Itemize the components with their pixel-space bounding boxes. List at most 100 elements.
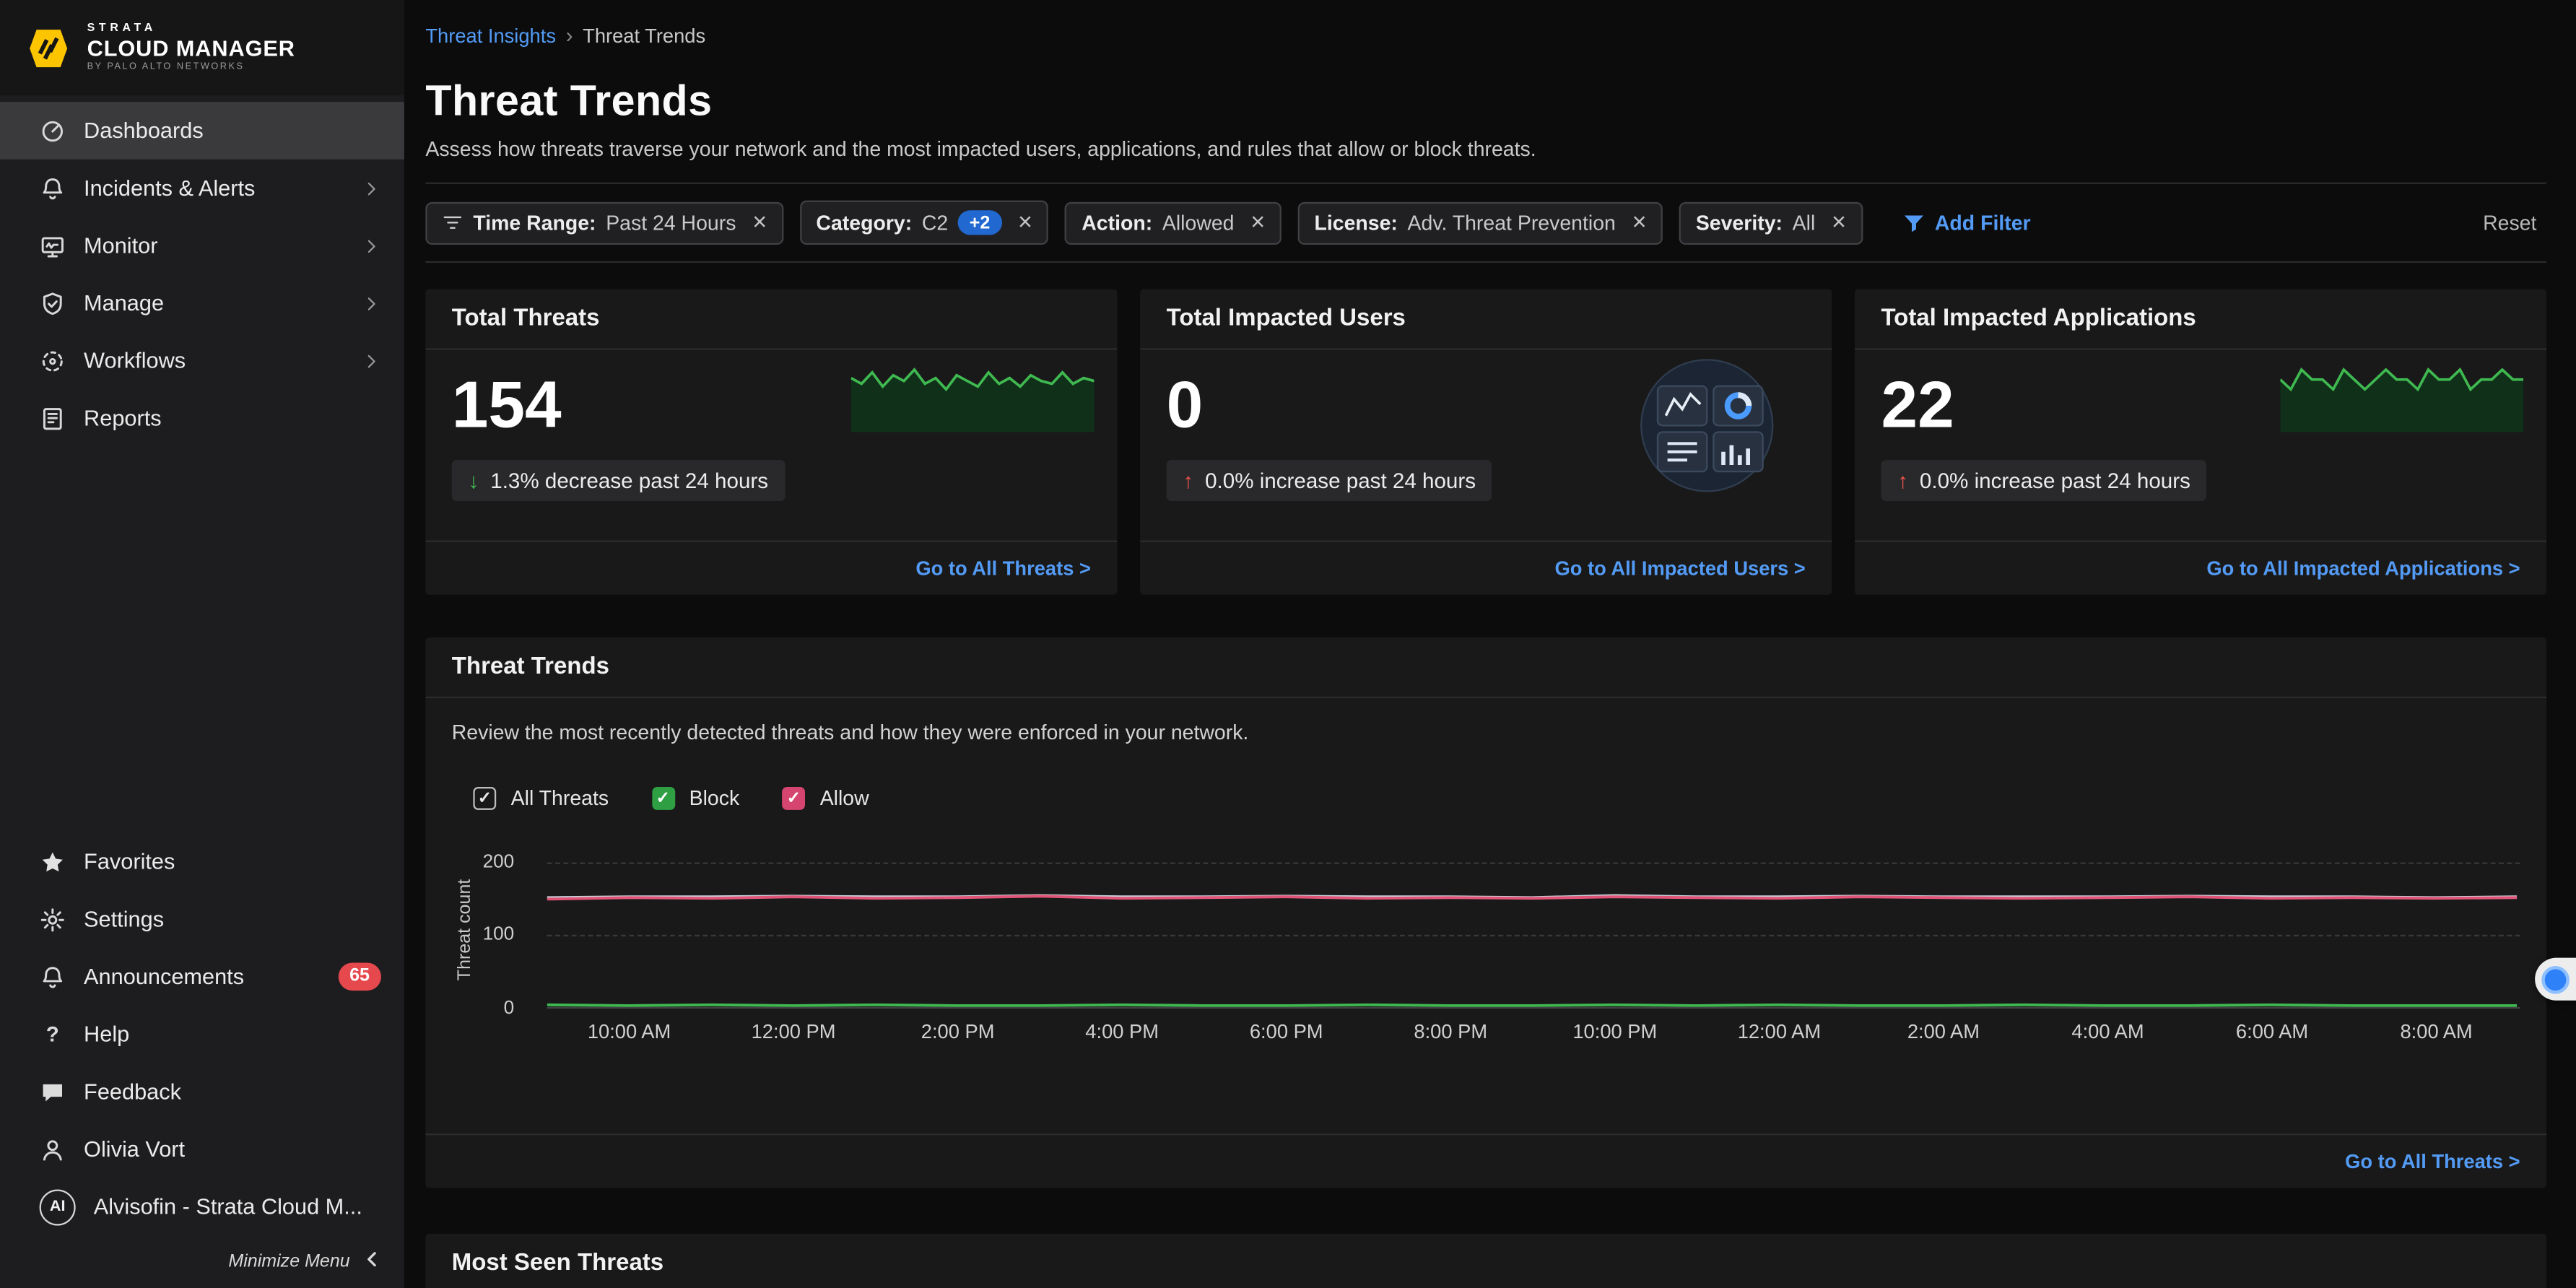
checkbox-allow[interactable]	[782, 787, 805, 810]
alert-bell-icon	[40, 175, 66, 201]
go-to-all-threats-link[interactable]: Go to All Threats >	[2345, 1150, 2520, 1173]
chip-label: License:	[1314, 211, 1397, 234]
change-indicator: ↑ 0.0% increase past 24 hours	[1167, 460, 1492, 501]
sidebar-item-reports[interactable]: Reports	[0, 389, 404, 447]
palo-alto-logo-icon	[26, 25, 70, 69]
series-block	[547, 1005, 2517, 1006]
x-tick-label: 4:00 AM	[2071, 1020, 2144, 1043]
sidebar-item-label: Announcements	[84, 965, 320, 989]
page-subtitle: Assess how threats traverse your network…	[425, 138, 2546, 161]
sidebar-item-feedback[interactable]: Feedback	[0, 1063, 404, 1121]
card-title: Threat Trends	[425, 638, 2546, 698]
threat-trends-chart: Threat count 0100200	[452, 849, 2520, 1009]
chip-value: C2	[922, 211, 948, 234]
applications-sparkline	[2280, 360, 2523, 432]
sidebar-item-help[interactable]: ? Help	[0, 1006, 404, 1063]
gear-icon	[40, 906, 66, 932]
x-tick-label: 6:00 PM	[1250, 1020, 1323, 1043]
main-content: Threat Insights › Threat Trends Threat T…	[404, 0, 2576, 1288]
total-impacted-applications-card: Total Impacted Applications 22 ↑ 0.0% in…	[1855, 289, 2546, 594]
remove-filter-icon[interactable]: ×	[1632, 213, 1647, 232]
filter-chip-severity[interactable]: Severity: All ×	[1679, 201, 1863, 244]
filter-chip-category[interactable]: Category: C2 +2 ×	[800, 201, 1049, 245]
change-indicator: ↓ 1.3% decrease past 24 hours	[452, 460, 785, 501]
reset-filters-button[interactable]: Reset	[2483, 211, 2546, 234]
sidebar-item-workflows[interactable]: Workflows	[0, 332, 404, 390]
primary-nav: Dashboards Incidents & Alerts Monitor Ma…	[0, 95, 404, 447]
tenant-avatar: AI	[40, 1188, 76, 1224]
remove-filter-icon[interactable]: ×	[1018, 213, 1032, 232]
sidebar-item-label: Incidents & Alerts	[84, 175, 344, 200]
collapse-icon	[362, 1248, 383, 1274]
sidebar: STRATA CLOUD MANAGER BY PALO ALTO NETWOR…	[0, 0, 404, 1288]
logo-line1: STRATA	[87, 22, 295, 35]
sidebar-item-label: Manage	[84, 291, 344, 316]
chip-value: Allowed	[1162, 211, 1235, 234]
plot-area	[547, 849, 2520, 1009]
legend-all-threats[interactable]: All Threats	[473, 787, 609, 810]
sidebar-item-incidents-alerts[interactable]: Incidents & Alerts	[0, 160, 404, 217]
x-axis: 10:00 AM12:00 PM2:00 PM4:00 PM6:00 PM8:0…	[547, 1009, 2520, 1048]
chevron-right-icon	[362, 293, 381, 313]
question-icon: ?	[40, 1021, 66, 1047]
funnel-icon	[1902, 211, 1925, 234]
remove-filter-icon[interactable]: ×	[752, 213, 767, 232]
person-icon	[40, 1136, 66, 1162]
total-threats-card: Total Threats 154 ↓ 1.3% decrease past 2…	[425, 289, 1117, 594]
filter-chip-action[interactable]: Action: Allowed ×	[1065, 201, 1281, 244]
filter-bar: Time Range: Past 24 Hours × Category: C2…	[425, 183, 2546, 263]
total-impacted-users-card: Total Impacted Users 0	[1140, 289, 1832, 594]
x-tick-label: 8:00 PM	[1414, 1020, 1487, 1043]
sidebar-item-label: Monitor	[84, 233, 344, 258]
minimize-menu-button[interactable]: Minimize Menu	[0, 1235, 404, 1288]
app-window: STRATA CLOUD MANAGER BY PALO ALTO NETWOR…	[0, 0, 2576, 1288]
filter-chip-time-range[interactable]: Time Range: Past 24 Hours ×	[425, 201, 783, 244]
sidebar-item-announcements[interactable]: Announcements 65	[0, 948, 404, 1006]
chat-bubble-icon	[40, 1079, 66, 1105]
trends-plot	[547, 849, 2520, 1006]
sidebar-item-label: Alvisofin - Strata Cloud M...	[94, 1194, 381, 1219]
arrow-up-icon: ↑	[1897, 469, 1908, 493]
assistant-widget[interactable]	[2535, 958, 2576, 1001]
sidebar-item-user[interactable]: Olivia Vort	[0, 1121, 404, 1178]
filter-chip-license[interactable]: License: Adv. Threat Prevention ×	[1298, 201, 1663, 244]
card-title: Total Impacted Users	[1140, 289, 1832, 349]
checkbox-all-threats[interactable]	[473, 787, 496, 810]
add-filter-button[interactable]: Add Filter	[1902, 211, 2030, 234]
more-values-badge[interactable]: +2	[958, 210, 1001, 235]
shield-check-icon	[40, 290, 66, 316]
go-to-all-impacted-applications-link[interactable]: Go to All Impacted Applications >	[2206, 557, 2520, 580]
x-tick-label: 2:00 AM	[1907, 1020, 1980, 1043]
sidebar-item-settings[interactable]: Settings	[0, 890, 404, 948]
sidebar-item-dashboards[interactable]: Dashboards	[0, 102, 404, 160]
y-tick-label: 0	[504, 998, 515, 1017]
legend-label: Block	[689, 787, 740, 810]
sidebar-item-tenant[interactable]: AI Alvisofin - Strata Cloud M...	[0, 1178, 404, 1236]
breadcrumb-separator-icon: ›	[566, 23, 573, 48]
change-indicator: ↑ 0.0% increase past 24 hours	[1881, 460, 2206, 501]
breadcrumb-threat-insights[interactable]: Threat Insights	[425, 24, 556, 47]
x-tick-label: 6:00 AM	[2236, 1020, 2308, 1043]
sidebar-item-label: Dashboards	[84, 118, 381, 143]
legend-block[interactable]: Block	[651, 787, 739, 810]
sidebar-item-monitor[interactable]: Monitor	[0, 217, 404, 274]
x-tick-label: 8:00 AM	[2400, 1020, 2472, 1043]
card-title: Total Threats	[425, 289, 1117, 349]
go-to-all-threats-link[interactable]: Go to All Threats >	[915, 557, 1091, 580]
go-to-all-impacted-users-link[interactable]: Go to All Impacted Users >	[1555, 557, 1806, 580]
add-filter-label: Add Filter	[1935, 211, 2031, 234]
bell-icon	[40, 964, 66, 990]
sidebar-item-favorites[interactable]: Favorites	[0, 833, 404, 891]
sidebar-item-manage[interactable]: Manage	[0, 274, 404, 332]
remove-filter-icon[interactable]: ×	[1832, 213, 1846, 232]
chip-value: All	[1793, 211, 1816, 234]
workflow-icon	[40, 347, 66, 373]
change-text: 0.0% increase past 24 hours	[1205, 469, 1476, 493]
gauge-icon	[40, 118, 66, 144]
checkbox-block[interactable]	[651, 787, 674, 810]
sidebar-item-label: Reports	[84, 406, 381, 430]
x-tick-label: 10:00 PM	[1572, 1020, 1657, 1043]
legend-allow[interactable]: Allow	[782, 787, 869, 810]
remove-filter-icon[interactable]: ×	[1250, 213, 1265, 232]
sidebar-item-label: Workflows	[84, 348, 344, 373]
